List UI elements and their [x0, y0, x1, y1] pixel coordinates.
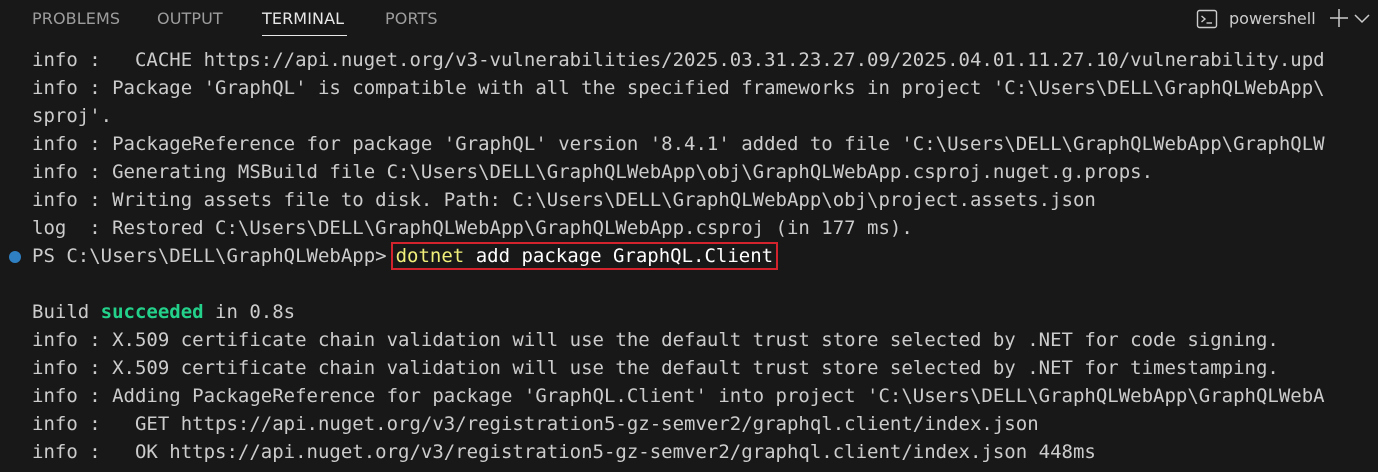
- highlighted-command: dotnet add package GraphQL.Client: [390, 242, 779, 270]
- terminal-line: log : Restored C:\Users\DELL\GraphQLWebA…: [32, 217, 913, 239]
- terminal-line: info : Generating MSBuild file C:\Users\…: [32, 161, 1154, 183]
- build-status-line: Build succeeded in 0.8s: [32, 298, 1378, 326]
- plus-icon[interactable]: [1329, 8, 1349, 28]
- terminal-line: info : OK https://api.nuget.org/v3/regis…: [32, 441, 1096, 463]
- terminal-line: info : PackageReference for package 'Gra…: [32, 133, 1325, 155]
- terminal-panel: PROBLEMS OUTPUT TERMINAL PORTS powershel…: [0, 0, 1378, 472]
- terminal-output[interactable]: info : CACHE https://api.nuget.org/v3-vu…: [32, 46, 1378, 466]
- command-decoration-dot[interactable]: [9, 251, 21, 263]
- terminal-line: info : Package 'GraphQL' is compatible w…: [32, 77, 1325, 99]
- prompt-text: PS C:\Users\DELL\GraphQLWebApp>: [32, 245, 387, 267]
- tab-terminal[interactable]: TERMINAL: [262, 9, 344, 29]
- prompt-line: PS C:\Users\DELL\GraphQLWebApp> dotnet ad…: [32, 242, 1378, 270]
- command-executable: dotnet: [395, 245, 465, 267]
- panel-tab-bar: PROBLEMS OUTPUT TERMINAL PORTS powershel…: [0, 0, 1378, 38]
- terminal-line: info : X.509 certificate chain validatio…: [32, 357, 1279, 379]
- shell-name-label[interactable]: powershell: [1229, 9, 1316, 29]
- active-tab-indicator: [262, 35, 347, 36]
- tab-ports[interactable]: PORTS: [385, 9, 438, 29]
- terminal-toolbar: powershell: [1188, 5, 1378, 33]
- build-duration: in 0.8s: [203, 301, 296, 323]
- command-arguments: add package GraphQL.Client: [464, 245, 774, 267]
- terminal-icon[interactable]: [1196, 8, 1218, 30]
- terminal-line: info : GET https://api.nuget.org/v3/regi…: [32, 413, 1039, 435]
- terminal-line: sproj'.: [32, 105, 113, 127]
- tab-output[interactable]: OUTPUT: [157, 9, 223, 29]
- terminal-line: info : CACHE https://api.nuget.org/v3-vu…: [32, 49, 1325, 71]
- build-prefix: Build: [32, 301, 101, 323]
- terminal-line: info : Writing assets file to disk. Path…: [32, 189, 1096, 211]
- terminal-line: info : X.509 certificate chain validatio…: [32, 329, 1279, 351]
- terminal-line: info : Adding PackageReference for packa…: [32, 385, 1325, 407]
- tab-problems[interactable]: PROBLEMS: [32, 9, 120, 29]
- chevron-down-icon[interactable]: [1353, 12, 1371, 26]
- build-status: succeeded: [100, 301, 204, 323]
